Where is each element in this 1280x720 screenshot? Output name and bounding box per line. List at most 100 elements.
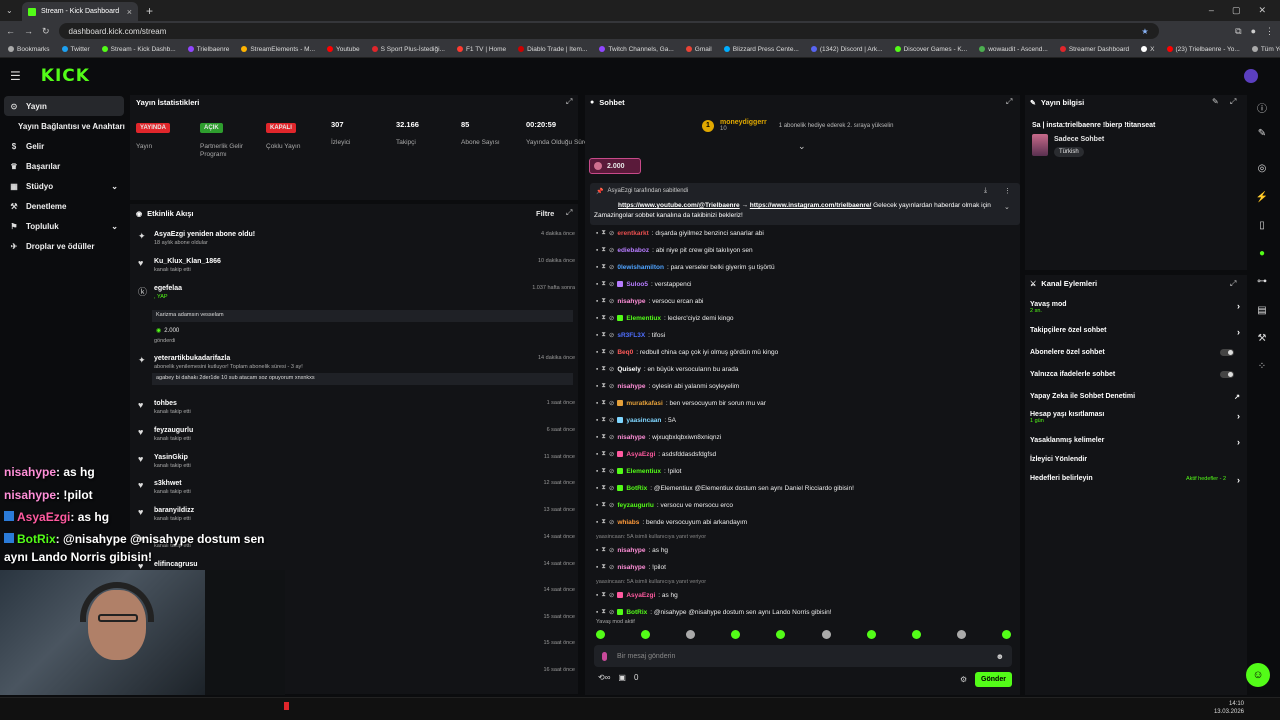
user-avatar[interactable] [1244,69,1258,83]
bookmark-item[interactable]: Bookmarks [8,46,50,53]
chat-message[interactable]: ▪ ⧗ ⊘ Elementiux: leclerc'ciyiz demi kingo [596,314,734,322]
chevron-down-icon[interactable]: ⌄ [111,182,118,191]
mod-timeout-icon[interactable]: ⧗ [601,467,606,475]
mod-delete-icon[interactable]: ▪ [596,247,598,254]
mod-delete-icon[interactable]: ▪ [596,519,598,526]
chat-username[interactable]: AsyaEzgi [626,451,655,458]
kick-logo[interactable]: KICK [41,66,90,86]
chat-message[interactable]: ▪ ⧗ ⊘ nisahype: !pilot [596,563,666,571]
chat-username[interactable]: Suloo5 [626,281,648,288]
chat-message[interactable]: ▪ ⧗ ⊘ muratkafasi: ben versocuyum bir sorun… [596,399,766,407]
mod-timeout-icon[interactable]: ⧗ [601,608,606,616]
mod-delete-icon[interactable]: ▪ [596,451,598,458]
chat-message[interactable]: ▪ ⧗ ⊘ Beq0: redbull china cap çok iyi olmuş… [596,348,778,356]
top-gifter[interactable]: 1 moneydiggerr 10 1 abonelik hediye eder… [702,119,893,132]
bookmark-item[interactable]: F1 TV | Home [456,46,506,53]
sidebar-item-5[interactable]: ⚒ Denetleme [0,196,128,216]
sidebar-item-1[interactable]: Yayın Bağlantısı ve Anahtarı [0,116,128,136]
mod-ban-icon[interactable]: ⊘ [609,382,614,390]
event-name[interactable]: YasinGkip [154,454,188,461]
forward-icon[interactable]: → [24,26,33,36]
layers-tool-icon[interactable]: ▤ [1252,305,1272,316]
chat-username[interactable]: Elementiux [626,315,661,322]
emote-icon[interactable] [641,630,651,639]
mod-ban-icon[interactable]: ⊘ [609,399,614,407]
chat-username[interactable]: Beq0 [617,349,633,356]
bookmark-item[interactable]: wowaudit - Ascend... [979,46,1048,53]
extensions-icon[interactable]: ⧉ [1235,26,1241,37]
sidebar-item-6[interactable]: ⚑ Topluluk ⌄ [0,216,128,236]
gift-icon[interactable]: ▣ [618,673,626,682]
pinned-more-icon[interactable]: ⋮ [1004,187,1011,195]
mod-timeout-icon[interactable]: ⧗ [601,501,606,509]
emote-icon[interactable] [776,630,786,639]
kicks-badge[interactable]: 2.000 [589,158,641,174]
mod-timeout-icon[interactable]: ⧗ [601,433,606,441]
category-name[interactable]: Sadece Sohbet [1054,136,1104,143]
mod-delete-icon[interactable]: ▪ [596,417,598,424]
chevron-right-icon[interactable]: › [1237,475,1240,485]
mod-delete-icon[interactable]: ▪ [596,609,598,616]
chat-input[interactable]: Bir mesaj gönderin ☻ [594,645,1012,667]
chat-username[interactable]: 0lewishamilton [617,264,664,271]
emote-icon[interactable] [956,630,966,639]
mod-ban-icon[interactable]: ⊘ [609,297,614,305]
bookmark-item[interactable]: Youtube [327,46,360,53]
chat-username[interactable]: nisahype [617,298,645,305]
external-link-icon[interactable]: ↗ [1234,393,1240,401]
link-tool-icon[interactable]: ⊶ [1252,276,1272,287]
mod-ban-icon[interactable]: ⊘ [609,416,614,424]
sidebar-item-3[interactable]: ♛ Başarılar [0,156,128,176]
event-name[interactable]: egefelaa [154,285,182,292]
event-name[interactable]: elifincagrusu [154,561,198,568]
chat-username[interactable]: erentkarkt [617,230,648,237]
mod-delete-icon[interactable]: ▪ [596,298,598,305]
chat-message[interactable]: ▪ ⧗ ⊘ sR3FL3X: tifosi [596,331,665,339]
bookmark-item[interactable]: Tüm Yer İşaretleri [1251,46,1280,53]
channel-action[interactable]: Yalnızca ifadelerle sohbet [1030,371,1240,385]
channel-action[interactable]: Yasaklanmış kelimeler › [1030,437,1240,451]
eye-off-icon[interactable]: ◉ [136,210,142,218]
expand-chat-icon[interactable]: ⤢ [1006,97,1012,107]
profile-icon[interactable]: ● [1251,26,1256,36]
chat-username[interactable]: Quisely [617,366,640,373]
bookmark-item[interactable]: Streamer Dashboard [1059,46,1129,53]
bookmark-star-icon[interactable]: ★ [1141,27,1148,36]
channel-action[interactable]: Yavaş mod 2 sn. › [1030,301,1240,315]
close-window-icon[interactable]: ✕ [1258,5,1266,16]
mod-timeout-icon[interactable]: ⧗ [601,246,606,254]
chat-username[interactable]: ediebaboz [617,247,649,254]
back-icon[interactable]: ← [6,26,15,36]
mod-timeout-icon[interactable]: ⧗ [601,229,606,237]
youtube-link[interactable]: https://www.youtube.com/@Trielbaenre [618,202,740,209]
chat-message[interactable]: ▪ ⧗ ⊘ whiabs: bende versocuyum abi arkanday… [596,518,747,526]
chat-message[interactable]: ▪ ⧗ ⊘ Suloo5: verstappenci [596,280,691,288]
mod-timeout-icon[interactable]: ⧗ [601,263,606,271]
mod-timeout-icon[interactable]: ⧗ [601,382,606,390]
minimize-icon[interactable]: – [1209,5,1214,16]
new-tab-icon[interactable]: + [146,4,153,18]
chat-username[interactable]: muratkafasi [626,400,663,407]
mod-ban-icon[interactable]: ⊘ [609,263,614,271]
mod-delete-icon[interactable]: ▪ [596,332,598,339]
red-app-icon[interactable] [284,702,289,710]
event-name[interactable]: feyzaugurlu [154,427,193,434]
bookmark-item[interactable]: Trielbaenre [187,46,229,53]
sidebar-item-0[interactable]: ⊙ Yayın [4,96,124,116]
mod-ban-icon[interactable]: ⊘ [609,518,614,526]
bookmark-item[interactable]: (1342) Discord | Ark... [810,46,883,53]
chat-settings-icon[interactable]: ⚙ [960,675,967,684]
emote-icon[interactable] [911,630,921,639]
mod-delete-icon[interactable]: ▪ [596,400,598,407]
mod-timeout-icon[interactable]: ⧗ [601,331,606,339]
chat-message[interactable]: ▪ ⧗ ⊘ BotRix: @Elementiux @Elementiux dostu… [596,484,854,492]
bookmark-item[interactable]: Twitch Channels, Ga... [599,46,674,53]
tab-menu-icon[interactable]: ⌄ [6,6,13,15]
reload-icon[interactable]: ↻ [42,26,50,37]
channel-action[interactable]: Yapay Zeka ile Sohbet Denetimi ↗ [1030,393,1240,407]
chat-username[interactable]: whiabs [617,519,639,526]
mod-delete-icon[interactable]: ▪ [596,592,598,599]
url-input[interactable]: dashboard.kick.com/stream ★ [58,23,1159,39]
chat-username[interactable]: nisahype [617,383,645,390]
chat-message[interactable]: ▪ ⧗ ⊘ nisahype: oylesin abi yalanmi soyleye… [596,382,739,390]
